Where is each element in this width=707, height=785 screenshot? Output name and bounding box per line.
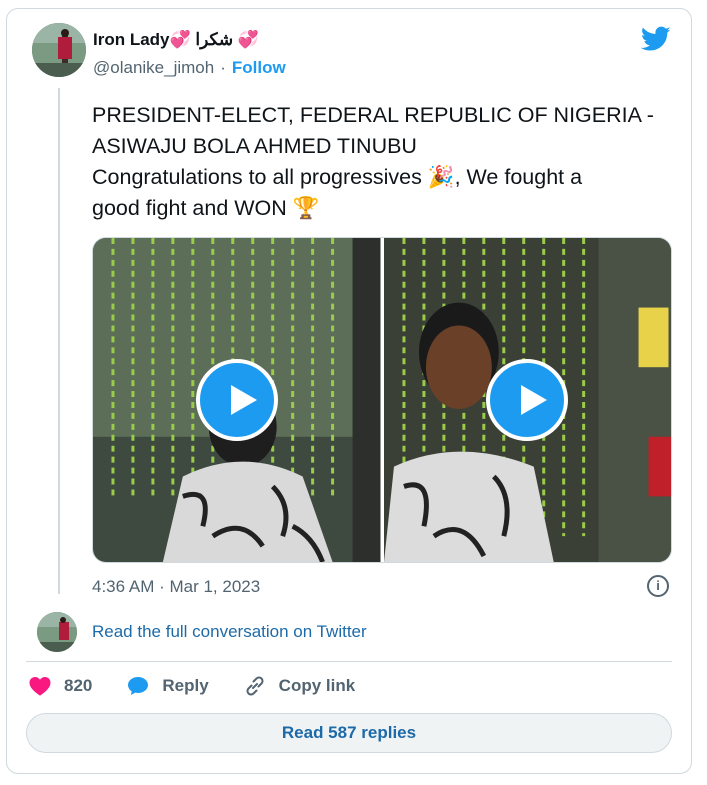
like-button[interactable]: 820: [28, 674, 92, 698]
action-bar: 820 Reply Copy link: [28, 674, 389, 698]
like-count: 820: [64, 676, 93, 695]
conversation-avatar: [37, 612, 77, 652]
copy-link-label: Copy link: [278, 676, 356, 695]
heart-icon: [29, 677, 51, 696]
author-name[interactable]: Iron Lady💞 شكرا 💞: [93, 30, 259, 50]
twitter-bird-icon[interactable]: [641, 26, 671, 52]
tweet-line-3: Congratulations to all progressives 🎉, W…: [92, 165, 583, 189]
play-button[interactable]: [195, 359, 278, 441]
play-button[interactable]: [486, 359, 569, 441]
thread-line: [58, 88, 60, 594]
author-handle-row: @olanike_jimoh · Follow: [93, 58, 286, 78]
read-conversation-link[interactable]: Read the full conversation on Twitter: [92, 622, 367, 642]
video-2[interactable]: [383, 238, 671, 562]
author-avatar[interactable]: [32, 23, 86, 77]
divider: [26, 661, 672, 662]
reply-label: Reply: [162, 676, 209, 695]
tweet-timestamp[interactable]: 4:36 AM · Mar 1, 2023: [92, 577, 260, 597]
tweet-text: PRESIDENT-ELECT, FEDERAL REPUBLIC OF NIG…: [92, 100, 677, 224]
reply-button[interactable]: Reply: [126, 674, 209, 698]
tweet-line-1: PRESIDENT-ELECT, FEDERAL REPUBLIC OF NIG…: [92, 103, 654, 127]
tweet-line-2: ASIWAJU BOLA AHMED TINUBU: [92, 134, 417, 158]
handle-separator: ·: [220, 58, 226, 77]
author-display-name: Iron Lady💞 شكرا 💞: [93, 30, 260, 49]
info-icon[interactable]: i: [647, 575, 669, 597]
reply-icon: [128, 677, 149, 695]
link-icon: [246, 676, 264, 696]
media-gallery: [92, 237, 672, 563]
copy-link-button[interactable]: Copy link: [243, 674, 356, 698]
video-1[interactable]: [93, 238, 381, 562]
follow-button[interactable]: Follow: [232, 58, 286, 78]
tweet-line-4: good fight and WON 🏆: [92, 196, 320, 220]
author-handle[interactable]: @olanike_jimoh: [93, 58, 214, 78]
read-replies-button[interactable]: Read 587 replies: [26, 713, 672, 753]
